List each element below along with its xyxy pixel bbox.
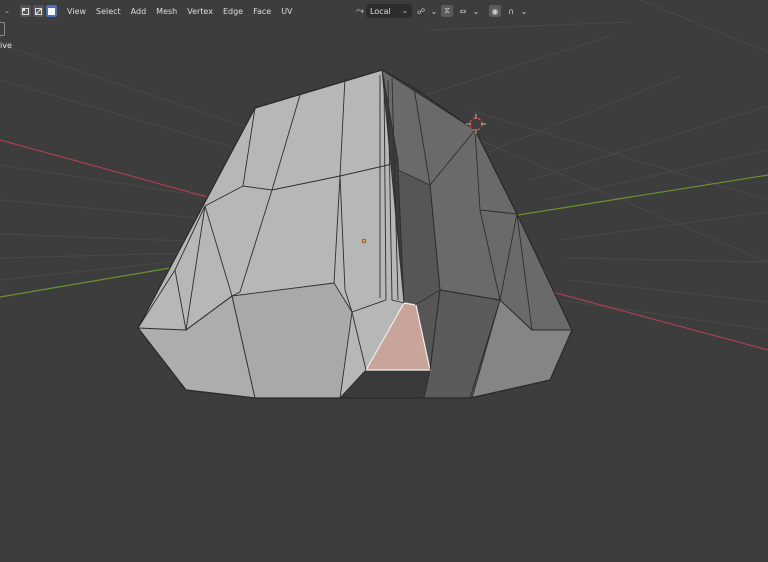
mode-label: ive [0,41,12,50]
edge-select-icon[interactable] [33,5,44,17]
pivot-link-icon[interactable]: ☍ [415,5,427,17]
menu-mesh[interactable]: Mesh [156,7,177,16]
face-select-icon[interactable] [46,5,57,17]
menu-add[interactable]: Add [131,7,147,16]
transform-orientation-value: Local [370,6,391,16]
chevron-down-icon[interactable]: ⌄ [473,5,480,17]
proportional-edit-icon[interactable]: ◉ [489,5,501,17]
menu-select[interactable]: Select [96,7,121,16]
orientation-gizmo-icon[interactable]: ⤳ [356,6,364,17]
menu-face[interactable]: Face [253,7,271,16]
menu-vertex[interactable]: Vertex [187,7,213,16]
snapping-group: ☍ ⌄ ⧖ ⇔ ⌄ ◉ ∩ ⌄ [415,3,527,19]
x-axis-line-far [544,289,768,351]
menu-uv[interactable]: UV [281,7,292,16]
object-origin-dot [361,238,367,244]
snap-increment-icon[interactable]: ⇔ [457,5,469,17]
viewport-canvas[interactable] [0,0,768,558]
chevron-down-icon: ⌄ [402,7,408,15]
editor-type-chevron-icon[interactable]: ⌄ [2,7,12,15]
transform-orientation-group: ⤳ Local ⌄ [356,3,412,19]
mesh-object[interactable] [137,69,573,399]
transform-orientation-dropdown[interactable]: Local ⌄ [366,4,412,18]
chevron-down-icon[interactable]: ⌄ [431,5,438,17]
viewport-header: ⌄ View Select Add Mesh Vertex Edge Face … [0,0,768,22]
snap-magnet-icon[interactable]: ⧖ [441,5,453,17]
menu-view[interactable]: View [67,7,86,16]
vertex-select-icon[interactable] [20,5,31,17]
proportional-falloff-icon[interactable]: ∩ [505,5,517,17]
toolbar-toggle-handle[interactable] [0,22,5,36]
3d-viewport[interactable] [0,0,768,558]
y-axis-line [0,267,171,298]
menu-edge[interactable]: Edge [223,7,243,16]
chevron-down-icon[interactable]: ⌄ [521,5,528,17]
